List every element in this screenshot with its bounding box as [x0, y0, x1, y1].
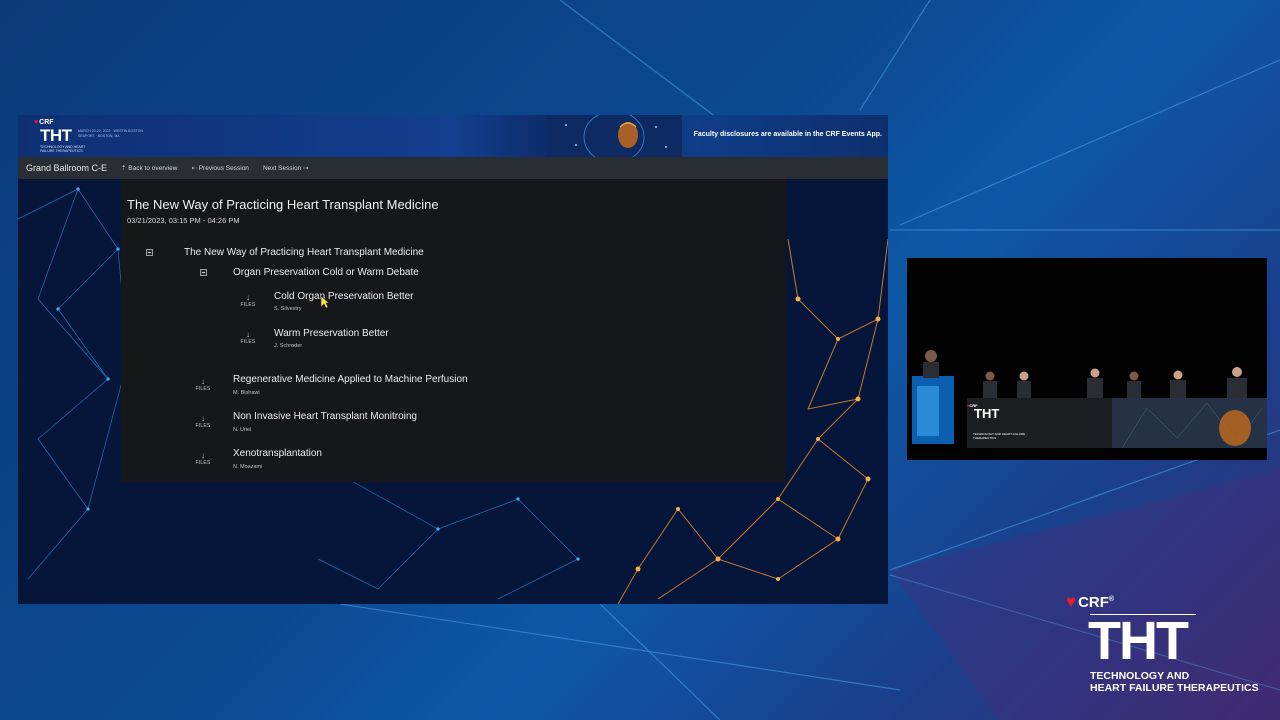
files-download-button[interactable]: ↓ FILES	[238, 330, 258, 345]
tht-brand-logo: ♥ CRF® THT TECHNOLOGY AND HEART FAILURE T…	[1066, 592, 1259, 702]
arrow-right-icon: ⇢	[301, 165, 309, 172]
collapse-toggle[interactable]	[146, 249, 153, 256]
session-navbar: Grand Ballroom C-E ⇡ Back to overview ⇠ …	[18, 157, 888, 179]
files-download-button[interactable]: ↓ FILES	[238, 293, 258, 308]
next-session-link[interactable]: Next Session ⇢	[263, 164, 309, 172]
download-arrow-icon: ↓	[201, 451, 205, 460]
talk-title[interactable]: Non Invasive Heart Transplant Monitroing	[233, 411, 417, 422]
stage-tht-logo: THT	[974, 406, 1000, 421]
talk-author: J. Schroder	[274, 343, 303, 349]
talk-title[interactable]: Cold Organ Preservation Better	[274, 291, 414, 302]
talk-title[interactable]: Warm Preservation Better	[274, 328, 389, 339]
session-title: The New Way of Practicing Heart Transpla…	[127, 197, 439, 212]
session-time: 03/21/2023, 03:15 PM - 04:26 PM	[127, 216, 240, 225]
agenda-group-title: Organ Preservation Cold or Warm Debate	[233, 267, 419, 278]
previous-session-link[interactable]: ⇠ Previous Session	[191, 164, 249, 172]
mouse-cursor-icon	[320, 295, 330, 309]
download-arrow-icon: ↓	[201, 414, 205, 423]
download-arrow-icon: ↓	[246, 293, 250, 302]
shared-screen: ♥CRF THT TECHNOLOGY AND HEART FAILURE TH…	[18, 115, 888, 604]
talk-author: S. Silvestry	[274, 306, 302, 312]
talk-author: M. Bishawi	[233, 390, 260, 396]
download-arrow-icon: ↓	[246, 330, 250, 339]
crf-logo: ♥ CRF®	[1066, 592, 1115, 611]
stage-scene	[907, 258, 1267, 460]
talk-title[interactable]: Regenerative Medicine Applied to Machine…	[233, 374, 468, 385]
session-agenda-panel: The New Way of Practicing Heart Transpla…	[121, 179, 786, 482]
agenda-root-title: The New Way of Practicing Heart Transpla…	[184, 247, 424, 258]
download-arrow-icon: ↓	[201, 377, 205, 386]
talk-title[interactable]: Xenotransplantation	[233, 448, 322, 459]
stage-tht-subtitle: TECHNOLOGY AND HEART FAILURE THERAPEUTIC…	[973, 432, 1026, 440]
files-download-button[interactable]: ↓ FILES	[193, 377, 213, 392]
event-banner: ♥CRF THT TECHNOLOGY AND HEART FAILURE TH…	[18, 115, 888, 157]
room-name: Grand Ballroom C-E	[26, 163, 108, 173]
talk-author: N. Uriel	[233, 427, 252, 433]
back-to-overview-link[interactable]: ⇡ Back to overview	[121, 164, 177, 172]
tht-banner-logo: ♥CRF THT TECHNOLOGY AND HEART FAILURE TH…	[34, 119, 143, 153]
files-download-button[interactable]: ↓ FILES	[193, 451, 213, 466]
heart-illustration	[546, 115, 682, 157]
disclosure-notice: Faculty disclosures are available in the…	[693, 131, 882, 138]
heart-icon: ♥	[1066, 592, 1077, 611]
collapse-toggle[interactable]	[200, 269, 207, 276]
files-download-button[interactable]: ↓ FILES	[193, 414, 213, 429]
tht-tagline: TECHNOLOGY AND HEART FAILURE THERAPEUTIC…	[1090, 670, 1259, 694]
live-video-feed: ♥CRF THT TECHNOLOGY AND HEART FAILURE TH…	[907, 258, 1267, 460]
tht-wordmark: THT	[1088, 611, 1189, 671]
heart-icon: ♥	[34, 119, 39, 126]
talk-author: N. Moazami	[233, 464, 263, 470]
arrow-left-icon: ⇠	[191, 165, 199, 172]
